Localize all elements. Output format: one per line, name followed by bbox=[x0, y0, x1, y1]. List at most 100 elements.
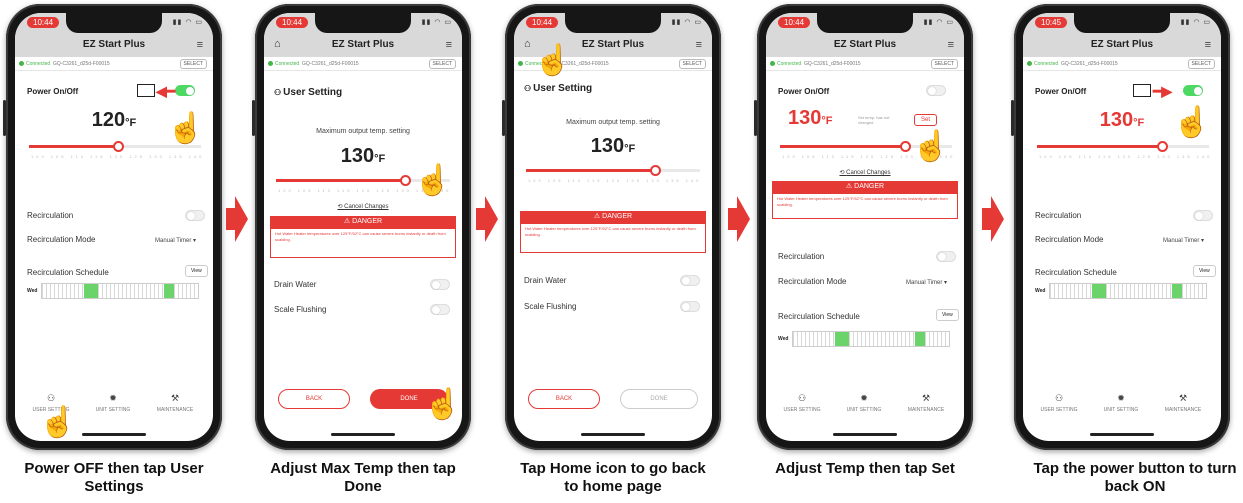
cancel-changes-link[interactable]: ⟲ Cancel Changes bbox=[766, 169, 964, 176]
slider-knob[interactable] bbox=[113, 141, 124, 152]
signal-wifi-battery-icon: ▮▮ ◠ ▭ bbox=[923, 19, 954, 26]
schedule-on-block bbox=[84, 284, 98, 298]
scale-flushing-toggle[interactable] bbox=[430, 304, 450, 315]
menu-icon[interactable]: ≡ bbox=[1205, 39, 1211, 51]
recirculation-toggle[interactable] bbox=[185, 210, 205, 221]
select-device-button[interactable]: SELECT bbox=[678, 59, 706, 69]
step-caption-3: Tap Home icon to go back to home page bbox=[520, 460, 706, 495]
phone-screen-5: 10:45 ▮▮ ◠ ▭ EZ Start Plus ≡ Connected G… bbox=[1011, 4, 1230, 450]
select-device-button[interactable]: SELECT bbox=[1187, 59, 1215, 69]
tab-unit-setting[interactable]: ✹ UNIT SETTING bbox=[83, 393, 143, 413]
slider-knob[interactable] bbox=[650, 165, 661, 176]
temperature-value: 130 bbox=[590, 135, 625, 157]
user-setting-icon: ⚇ bbox=[797, 393, 807, 403]
tab-unit-setting[interactable]: ✹ UNIT SETTING bbox=[834, 393, 894, 413]
drain-water-toggle[interactable] bbox=[680, 275, 700, 286]
recirculation-mode-select[interactable]: Manual Timer ▾ bbox=[1163, 237, 1204, 244]
back-button[interactable]: BACK bbox=[528, 389, 600, 409]
app-screen: 10:44 ▮▮ ◠ ▭ ⌂ EZ Start Plus ≡ Connected… bbox=[514, 13, 712, 441]
temperature-unit: °F bbox=[1133, 117, 1145, 129]
section-title-text: User Setting bbox=[283, 87, 343, 98]
home-indicator bbox=[331, 433, 395, 436]
connection-bar: Connected GQ-C3261_d25d-F00015 SELECT bbox=[15, 57, 213, 71]
menu-icon[interactable]: ≡ bbox=[948, 39, 954, 51]
connected-status-icon bbox=[268, 61, 273, 66]
signal-wifi-battery-icon: ▮▮ ◠ ▭ bbox=[671, 19, 702, 26]
select-device-button[interactable]: SELECT bbox=[428, 59, 456, 69]
schedule-grid bbox=[41, 283, 199, 299]
recirculation-mode-select[interactable]: Manual Timer ▾ bbox=[155, 237, 196, 244]
slider-fill bbox=[780, 145, 906, 148]
connection-bar: Connected GQ-C3261_d25d-F00015 SELECT bbox=[264, 57, 462, 71]
schedule-bar: Wed bbox=[778, 327, 950, 349]
app-title: EZ Start Plus bbox=[331, 39, 395, 50]
user-setting-icon: ⚇ bbox=[274, 88, 282, 97]
slider-knob[interactable] bbox=[1157, 141, 1168, 152]
recirculation-schedule-label: Recirculation Schedule bbox=[778, 312, 860, 321]
schedule-day-label: Wed bbox=[27, 288, 38, 294]
back-button[interactable]: BACK bbox=[278, 389, 350, 409]
recirculation-mode-select[interactable]: Manual Timer ▾ bbox=[906, 279, 947, 286]
phone-notch bbox=[1074, 13, 1170, 33]
power-toggle[interactable] bbox=[1183, 85, 1203, 96]
phone-notch bbox=[66, 13, 162, 33]
phone-notch bbox=[817, 13, 913, 33]
power-label: Power On/Off bbox=[27, 87, 79, 96]
menu-icon[interactable]: ≡ bbox=[696, 39, 702, 51]
gear-icon: ✹ bbox=[109, 393, 117, 403]
set-temp-hint: Set temp. has not changed bbox=[858, 115, 890, 125]
danger-banner: ⚠ DANGER bbox=[520, 211, 706, 223]
recirculation-label: Recirculation bbox=[1035, 211, 1082, 220]
step-caption-1: Power OFF then tap User Settings bbox=[24, 460, 204, 495]
slider-knob[interactable] bbox=[900, 141, 911, 152]
temperature-slider[interactable] bbox=[1037, 141, 1209, 152]
connected-status-icon bbox=[770, 61, 775, 66]
drain-water-label: Drain Water bbox=[524, 276, 567, 285]
app-screen: 10:44 ▮▮ ◠ ▭ EZ Start Plus ≡ Connected G… bbox=[766, 13, 964, 441]
connection-bar: Connected GQ-C3261_d25d-F00015 SELECT bbox=[766, 57, 964, 71]
tab-label: UNIT SETTING bbox=[95, 407, 131, 413]
hand-pointer-icon: ☝ bbox=[424, 388, 462, 421]
temperature-unit: °F bbox=[374, 153, 386, 165]
recirculation-toggle[interactable] bbox=[936, 251, 956, 262]
scale-flushing-toggle[interactable] bbox=[680, 301, 700, 312]
power-toggle[interactable] bbox=[175, 85, 195, 96]
hand-pointer-icon: ☝ bbox=[1173, 106, 1211, 139]
view-schedule-button[interactable]: View bbox=[185, 265, 208, 277]
status-time: 10:44 bbox=[27, 17, 60, 28]
app-header: EZ Start Plus ≡ bbox=[1023, 35, 1221, 57]
tab-unit-setting[interactable]: ✹ UNIT SETTING bbox=[1091, 393, 1151, 413]
power-label: Power On/Off bbox=[1035, 87, 1087, 96]
tab-maintenance[interactable]: ⚒ MAINTENANCE bbox=[896, 393, 956, 413]
cancel-changes-link[interactable]: ⟲ Cancel Changes bbox=[264, 203, 462, 210]
hand-pointer-icon: ☝ bbox=[414, 164, 452, 197]
set-button[interactable]: Set bbox=[914, 114, 938, 126]
menu-icon[interactable]: ≡ bbox=[197, 39, 203, 51]
phone-screen-1: 10:44 ▮▮ ◠ ▭ EZ Start Plus ≡ Connected G… bbox=[3, 4, 222, 450]
home-indicator bbox=[1090, 433, 1154, 436]
signal-wifi-battery-icon: ▮▮ ◠ ▭ bbox=[1180, 19, 1211, 26]
home-indicator bbox=[82, 433, 146, 436]
max-temp-slider[interactable] bbox=[526, 165, 700, 176]
view-schedule-button[interactable]: View bbox=[1193, 265, 1216, 277]
bottom-tab-bar: ⚇ USER SETTING ✹ UNIT SETTING ⚒ MAINTENANCE bbox=[1023, 393, 1221, 427]
phone-notch bbox=[565, 13, 661, 33]
tab-user-setting[interactable]: ⚇ USER SETTING bbox=[772, 393, 832, 413]
hand-pointer-icon: ☝ bbox=[39, 406, 77, 439]
done-button[interactable]: DONE bbox=[620, 389, 698, 409]
slider-knob[interactable] bbox=[400, 175, 411, 186]
tab-user-setting[interactable]: ⚇ USER SETTING bbox=[1029, 393, 1089, 413]
device-id: GQ-C3261_d25d-F00015 bbox=[804, 61, 861, 67]
drain-water-toggle[interactable] bbox=[430, 279, 450, 290]
tab-maintenance[interactable]: ⚒ MAINTENANCE bbox=[1153, 393, 1213, 413]
select-device-button[interactable]: SELECT bbox=[179, 59, 207, 69]
status-time: 10:45 bbox=[1035, 17, 1068, 28]
view-schedule-button[interactable]: View bbox=[936, 309, 959, 321]
power-label: Power On/Off bbox=[778, 87, 830, 96]
tab-maintenance[interactable]: ⚒ MAINTENANCE bbox=[145, 393, 205, 413]
select-device-button[interactable]: SELECT bbox=[930, 59, 958, 69]
connected-status-icon bbox=[1027, 61, 1032, 66]
recirculation-toggle[interactable] bbox=[1193, 210, 1213, 221]
power-toggle[interactable] bbox=[926, 85, 946, 96]
menu-icon[interactable]: ≡ bbox=[446, 39, 452, 51]
